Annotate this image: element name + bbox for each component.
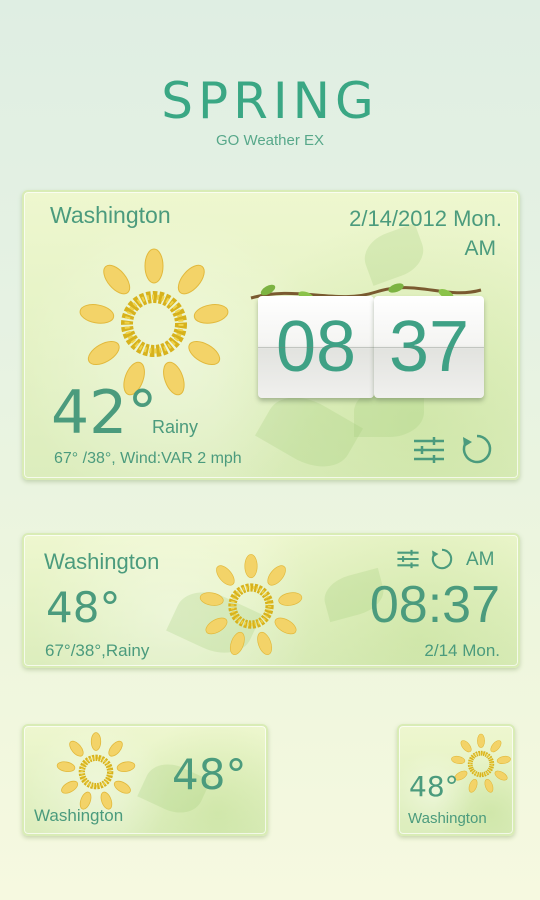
clock-time[interactable]: 08:37 — [370, 575, 500, 635]
sun-flower-icon — [56, 732, 136, 810]
ampm-label: AM — [466, 549, 495, 570]
weather-widget-medium[interactable]: Washington 48° 67°/38°,Rainy AM 08:37 2/… — [22, 533, 520, 668]
clock-minute[interactable]: 37 — [374, 296, 484, 398]
app-subtitle: GO Weather EX — [215, 132, 325, 149]
city-name: Washington — [50, 202, 171, 228]
weather-widget-large[interactable]: Washington 2/14/2012 Mon. AM 08 37 42° R… — [22, 190, 520, 480]
settings-sliders-icon[interactable] — [412, 436, 446, 464]
settings-sliders-icon[interactable] — [396, 549, 420, 569]
condition-label: Rainy — [152, 417, 199, 437]
theme-title: SPRING — [161, 72, 379, 130]
date-label: 2/14/2012 Mon. — [349, 206, 502, 231]
refresh-icon[interactable] — [460, 432, 494, 466]
current-temp: 42° — [51, 378, 158, 448]
city-name: Washington — [44, 549, 160, 574]
sun-flower-icon — [199, 554, 303, 655]
weather-widget-small-square[interactable]: 48° Washington — [397, 724, 515, 836]
clock-hour[interactable]: 08 — [258, 296, 374, 398]
temp-range-condition: 67°/38°,Rainy — [45, 641, 150, 660]
refresh-icon[interactable] — [430, 547, 454, 571]
city-name: Washington — [408, 810, 487, 827]
current-temp: 48° — [172, 750, 247, 799]
weather-widget-small-wide[interactable]: 48° Washington — [22, 724, 268, 836]
ampm-label: AM — [464, 237, 497, 260]
city-name: Washington — [34, 806, 124, 825]
current-temp: 48° — [409, 770, 459, 803]
date-label: 2/14 Mon. — [424, 641, 500, 660]
temp-range-wind: 67° /38°, Wind:VAR 2 mph — [54, 450, 242, 467]
current-temp: 48° — [46, 583, 121, 632]
